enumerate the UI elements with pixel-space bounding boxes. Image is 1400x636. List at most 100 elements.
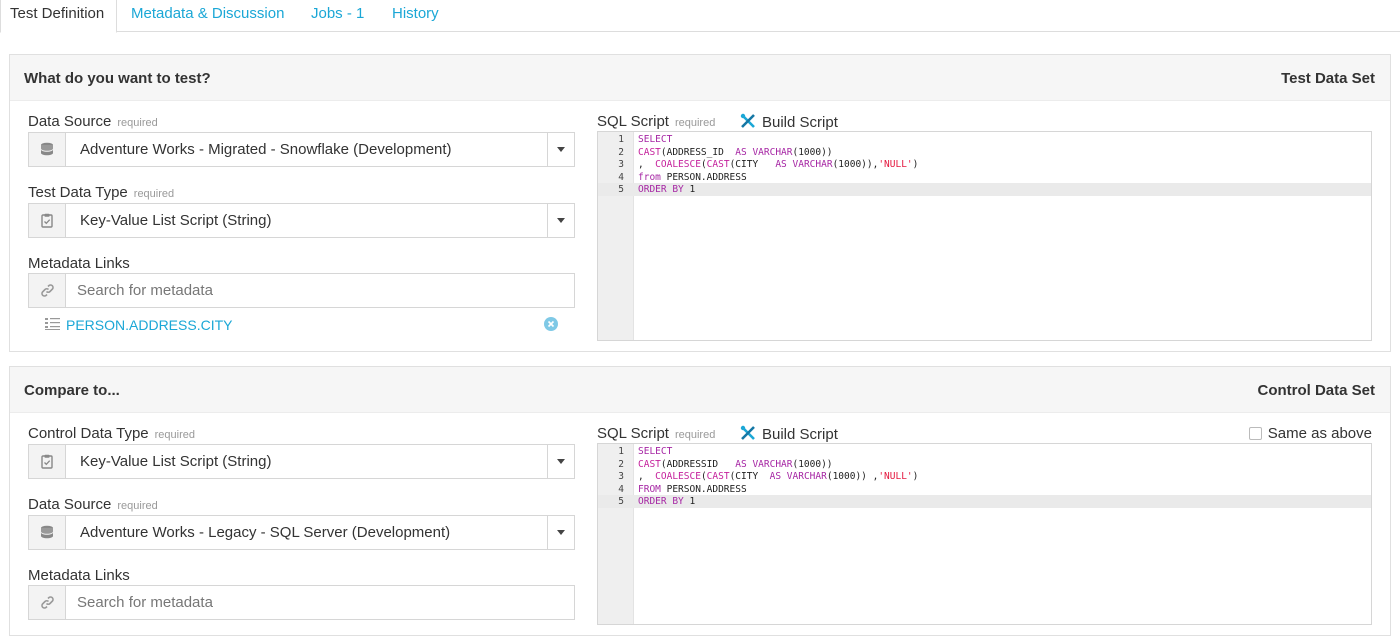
test-data-type-select[interactable]: Key-Value List Script (String) <box>28 203 575 238</box>
code-text: SELECT <box>638 445 672 458</box>
control-data-panel: Compare to... Control Data Set Control D… <box>9 366 1391 636</box>
control-data-source-value: Adventure Works - Legacy - SQL Server (D… <box>80 524 451 541</box>
test-data-source-select[interactable]: Adventure Works - Migrated - Snowflake (… <box>28 132 575 167</box>
test-metadata-search <box>28 273 575 308</box>
code-text: SELECT <box>638 133 672 146</box>
test-metadata-search-input[interactable] <box>67 274 572 307</box>
tab-metadata-discussion[interactable]: Metadata & Discussion <box>131 0 284 32</box>
code-token: VARCHAR <box>786 471 827 483</box>
code-token: , <box>638 159 656 171</box>
code-token: (CITY <box>729 159 776 171</box>
code-token: PERSON.ADDRESS <box>660 171 747 183</box>
code-token: ORDER BY <box>638 184 684 196</box>
test-panel-title: What do you want to test? <box>24 70 211 87</box>
line-number: 5 <box>618 496 624 508</box>
line-number: 3 <box>618 159 624 171</box>
code-line: 1 SELECT <box>598 445 1371 458</box>
line-number: 2 <box>618 458 624 470</box>
same-as-above-label: Same as above <box>1267 425 1372 442</box>
code-text: ORDER BY 1 <box>638 495 695 508</box>
sql-script-label: SQL Script required <box>597 113 716 130</box>
code-token: 'NULL' <box>878 471 913 483</box>
control-data-set-label: Control Data Set <box>1257 382 1375 399</box>
control-build-script-button[interactable]: Build Script <box>740 425 838 445</box>
code-line: 5 ORDER BY 1 <box>598 495 1371 509</box>
control-panel-title: Compare to... <box>24 382 120 399</box>
checkbox-box[interactable] <box>1248 427 1262 440</box>
code-text: CAST(ADDRESS_ID AS VARCHAR(1000)) <box>638 146 833 159</box>
link-icon <box>29 274 66 307</box>
code-token: VARCHAR <box>752 146 793 158</box>
test-panel-header: What do you want to test? Test Data Set <box>10 55 1390 101</box>
line-number: 5 <box>618 184 624 196</box>
database-icon <box>29 133 66 166</box>
control-data-type-label: Control Data Type required <box>28 425 195 442</box>
code-token: (1000)) , <box>826 471 879 483</box>
code-line: 3 , COALESCE(CAST(CITY AS VARCHAR(1000)),… <box>598 158 1371 171</box>
test-data-type-value: Key-Value List Script (String) <box>80 212 272 229</box>
code-token: VARCHAR <box>792 159 833 171</box>
code-token: ) <box>912 159 919 171</box>
clipboard-icon <box>29 204 66 237</box>
test-data-panel: What do you want to test? Test Data Set … <box>9 54 1391 352</box>
code-token: AS <box>769 471 782 483</box>
code-token: ) <box>912 471 919 483</box>
control-metadata-links-label: Metadata Links <box>28 567 130 584</box>
same-as-above-checkbox[interactable]: Same as above <box>1248 425 1372 442</box>
code-token: (1000)), <box>832 159 879 171</box>
line-number: 4 <box>618 171 624 183</box>
code-text: from PERSON.ADDRESS <box>638 171 747 184</box>
code-token: COALESCE <box>655 471 701 483</box>
tools-icon <box>740 113 756 133</box>
database-icon <box>29 516 66 549</box>
tab-test-definition[interactable]: Test Definition <box>0 0 117 33</box>
code-line: 3 , COALESCE(CAST(CITY AS VARCHAR(1000)) … <box>598 470 1371 483</box>
code-text: CAST(ADDRESSID AS VARCHAR(1000)) <box>638 458 833 471</box>
tools-icon <box>740 425 756 445</box>
code-token: (ADDRESS_ID <box>660 146 736 158</box>
tab-history[interactable]: History <box>392 0 439 32</box>
link-icon <box>29 586 66 619</box>
code-token: FROM <box>638 483 661 495</box>
test-data-source-value: Adventure Works - Migrated - Snowflake (… <box>80 141 452 158</box>
code-token: CAST <box>706 471 730 483</box>
code-token: (ADDRESSID <box>660 458 736 470</box>
control-sql-editor[interactable]: 1 SELECT 2 CAST(ADDRESSID AS VARCHAR(1000))… <box>597 443 1372 625</box>
control-data-type-value: Key-Value List Script (String) <box>80 453 272 470</box>
column-list-icon <box>45 317 60 336</box>
clipboard-icon <box>29 445 66 478</box>
code-token: PERSON.ADDRESS <box>660 483 747 495</box>
control-metadata-search-input[interactable] <box>67 586 572 619</box>
code-token: ORDER BY <box>638 496 684 508</box>
build-script-button[interactable]: Build Script <box>740 113 838 133</box>
control-panel-header: Compare to... Control Data Set <box>10 367 1390 413</box>
line-number: 3 <box>618 471 624 483</box>
code-text: FROM PERSON.ADDRESS <box>638 483 747 496</box>
remove-link-icon[interactable] <box>544 317 558 331</box>
line-number: 1 <box>618 134 624 145</box>
code-token: 'NULL' <box>878 159 913 171</box>
code-token: COALESCE <box>655 159 701 171</box>
test-sql-editor[interactable]: 1 SELECT 2 CAST(ADDRESS_ID AS VARCHAR(1000)… <box>597 131 1372 341</box>
control-sql-script-label: SQL Script required <box>597 425 716 442</box>
tab-jobs[interactable]: Jobs - 1 <box>311 0 364 32</box>
control-data-type-select[interactable]: Key-Value List Script (String) <box>28 444 575 479</box>
chevron-down-icon[interactable] <box>547 204 574 237</box>
chevron-down-icon[interactable] <box>547 445 574 478</box>
code-token: SELECT <box>638 134 673 145</box>
code-token: CAST <box>706 159 730 171</box>
code-token: AS <box>735 458 747 470</box>
metadata-link-person-address-city[interactable]: PERSON.ADDRESS.CITY <box>66 317 232 333</box>
chevron-down-icon[interactable] <box>547 516 574 549</box>
control-data-source-label: Data Source required <box>28 496 158 513</box>
code-line: 2 CAST(ADDRESSID AS VARCHAR(1000)) <box>598 458 1371 471</box>
control-metadata-search <box>28 585 575 620</box>
code-token: AS <box>775 159 787 171</box>
code-token: 1 <box>683 184 696 196</box>
control-data-source-select[interactable]: Adventure Works - Legacy - SQL Server (D… <box>28 515 575 550</box>
chevron-down-icon[interactable] <box>547 133 574 166</box>
metadata-links-label: Metadata Links <box>28 255 130 272</box>
code-token: (CITY <box>729 471 770 483</box>
code-token: from <box>638 171 661 183</box>
code-text: ORDER BY 1 <box>638 183 695 196</box>
